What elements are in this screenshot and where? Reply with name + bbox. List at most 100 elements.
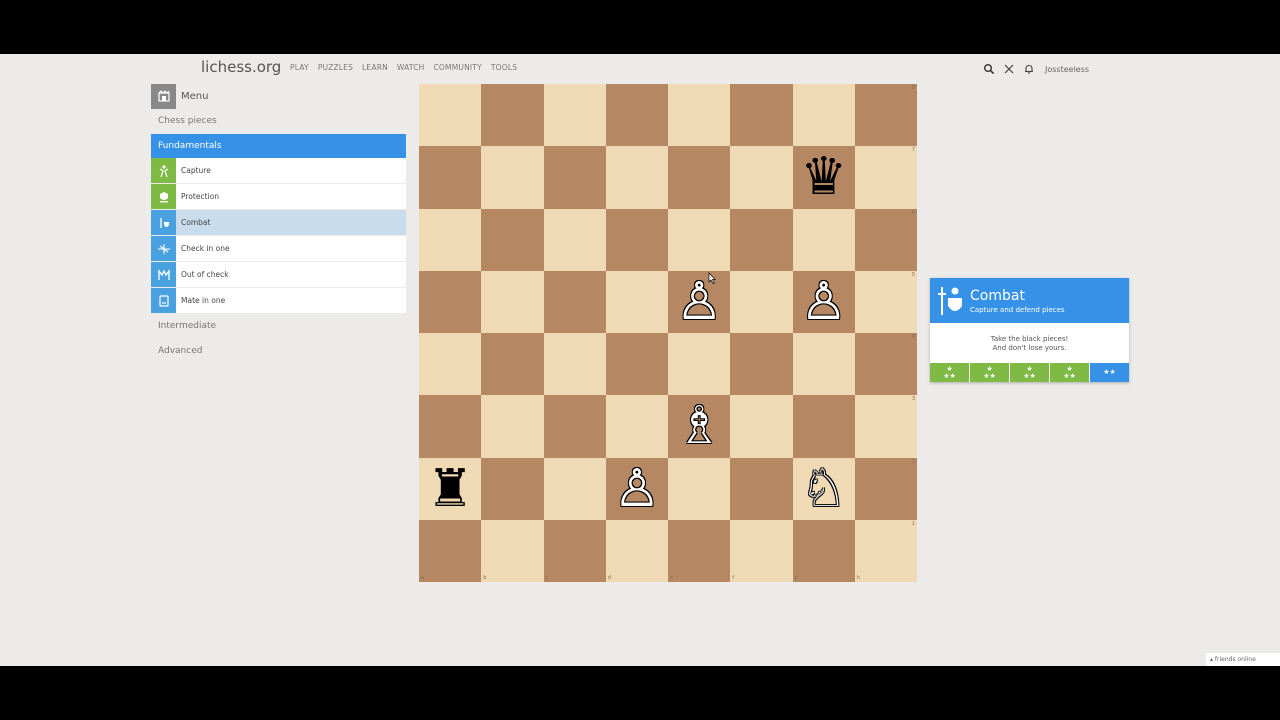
stage-check-in-one[interactable]: Check in one	[151, 236, 406, 262]
square-b6[interactable]	[481, 208, 544, 271]
square-c6[interactable]	[543, 208, 606, 271]
stage-protection[interactable]: Protection	[151, 184, 406, 210]
level-2[interactable]: ★ ★★	[970, 363, 1010, 382]
square-a1[interactable]: a	[419, 519, 482, 582]
square-f2[interactable]	[730, 457, 793, 520]
bell-icon[interactable]	[1023, 63, 1035, 75]
square-h1[interactable]: 1h	[854, 519, 917, 582]
square-g8[interactable]	[792, 84, 855, 147]
square-h2[interactable]: 2	[854, 457, 917, 520]
square-g1[interactable]: g	[792, 519, 855, 582]
white-bishop-piece[interactable]: ♗	[676, 400, 723, 452]
white-pawn-piece[interactable]: ♙	[800, 276, 847, 328]
square-f1[interactable]: f	[730, 519, 793, 582]
square-b7[interactable]	[481, 146, 544, 209]
square-e6[interactable]	[668, 208, 731, 271]
square-g6[interactable]	[792, 208, 855, 271]
square-h4[interactable]: 4	[854, 333, 917, 396]
square-a3[interactable]	[419, 395, 482, 458]
stage-combat[interactable]: Combat	[151, 210, 406, 236]
square-c3[interactable]	[543, 395, 606, 458]
square-d3[interactable]	[605, 395, 668, 458]
swords-icon[interactable]	[1003, 63, 1015, 75]
square-a5[interactable]	[419, 270, 482, 333]
stage-capture[interactable]: Capture	[151, 158, 406, 184]
square-d1[interactable]: d	[605, 519, 668, 582]
square-c2[interactable]	[543, 457, 606, 520]
square-a6[interactable]	[419, 208, 482, 271]
nav-tools[interactable]: TOOLS	[491, 63, 517, 72]
level-3[interactable]: ★ ★★	[1010, 363, 1050, 382]
square-f8[interactable]	[730, 84, 793, 147]
square-b3[interactable]	[481, 395, 544, 458]
level-5-current[interactable]: ★★	[1090, 363, 1129, 382]
square-h5[interactable]: 5	[854, 270, 917, 333]
square-d8[interactable]	[605, 84, 668, 147]
square-f3[interactable]	[730, 395, 793, 458]
square-h3[interactable]: 3	[854, 395, 917, 458]
menu-header[interactable]: Menu	[151, 84, 406, 109]
section-fundamentals[interactable]: Fundamentals	[151, 134, 406, 158]
site-logo[interactable]: lichess.org	[201, 58, 281, 76]
square-d7[interactable]	[605, 146, 668, 209]
black-queen-piece[interactable]: ♛	[800, 151, 847, 203]
square-h8[interactable]: 8	[854, 84, 917, 147]
square-d6[interactable]	[605, 208, 668, 271]
square-d4[interactable]	[605, 333, 668, 396]
square-e5[interactable]: ♙	[668, 270, 731, 333]
square-g3[interactable]	[792, 395, 855, 458]
square-g5[interactable]: ♙	[792, 270, 855, 333]
square-f5[interactable]	[730, 270, 793, 333]
stage-mate-in-one[interactable]: Mate in one	[151, 288, 406, 314]
square-a4[interactable]	[419, 333, 482, 396]
square-c5[interactable]	[543, 270, 606, 333]
black-rook-piece[interactable]: ♜	[427, 463, 474, 515]
square-c8[interactable]	[543, 84, 606, 147]
level-1[interactable]: ★ ★★	[930, 363, 970, 382]
search-icon[interactable]	[983, 63, 995, 75]
stage-out-of-check[interactable]: Out of check	[151, 262, 406, 288]
rank-coordinate: 4	[911, 334, 915, 340]
square-f6[interactable]	[730, 208, 793, 271]
square-g2[interactable]: ♘	[792, 457, 855, 520]
square-e3[interactable]: ♗	[668, 395, 731, 458]
square-d2[interactable]: ♙	[605, 457, 668, 520]
square-b5[interactable]	[481, 270, 544, 333]
square-b2[interactable]	[481, 457, 544, 520]
square-g7[interactable]: ♛	[792, 146, 855, 209]
square-f7[interactable]	[730, 146, 793, 209]
nav-learn[interactable]: LEARN	[362, 63, 388, 72]
square-e4[interactable]	[668, 333, 731, 396]
square-b1[interactable]: b	[481, 519, 544, 582]
level-4[interactable]: ★ ★★	[1050, 363, 1090, 382]
square-c7[interactable]	[543, 146, 606, 209]
square-a8[interactable]	[419, 84, 482, 147]
square-h6[interactable]: 6	[854, 208, 917, 271]
square-d5[interactable]	[605, 270, 668, 333]
square-b8[interactable]	[481, 84, 544, 147]
friends-online-toggle[interactable]: ▴ friends online	[1206, 653, 1280, 666]
square-g4[interactable]	[792, 333, 855, 396]
nav-watch[interactable]: WATCH	[397, 63, 425, 72]
square-b4[interactable]	[481, 333, 544, 396]
nav-community[interactable]: COMMUNITY	[434, 63, 482, 72]
square-e2[interactable]	[668, 457, 731, 520]
square-f4[interactable]	[730, 333, 793, 396]
nav-puzzles[interactable]: PUZZLES	[318, 63, 353, 72]
section-intermediate[interactable]: Intermediate	[151, 314, 406, 339]
nav-play[interactable]: PLAY	[290, 63, 309, 72]
square-c1[interactable]: c	[543, 519, 606, 582]
white-knight-piece[interactable]: ♘	[800, 463, 847, 515]
section-chess-pieces[interactable]: Chess pieces	[151, 109, 406, 134]
square-c4[interactable]	[543, 333, 606, 396]
square-e1[interactable]: e	[668, 519, 731, 582]
chessboard[interactable]: 8 ♛ 7 6 ♙ ♙ 5 4 ♗ 3 ♜ ♙ ♘ 2 a b c d e f g 1 h	[419, 84, 917, 582]
square-h7[interactable]: 7	[854, 146, 917, 209]
section-advanced[interactable]: Advanced	[151, 339, 406, 364]
square-a2[interactable]: ♜	[419, 457, 482, 520]
square-e7[interactable]	[668, 146, 731, 209]
white-pawn-piece[interactable]: ♙	[614, 463, 661, 515]
user-menu[interactable]: Jossteeless	[1045, 65, 1089, 74]
square-a7[interactable]	[419, 146, 482, 209]
square-e8[interactable]	[668, 84, 731, 147]
